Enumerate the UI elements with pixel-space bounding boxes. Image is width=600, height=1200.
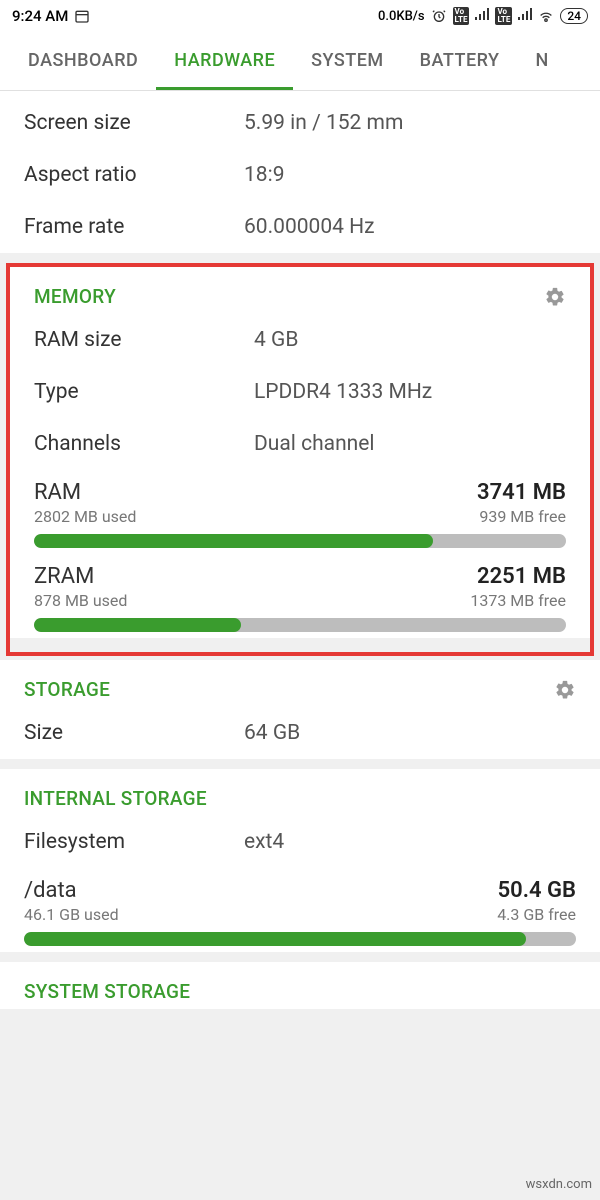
tab-hardware[interactable]: HARDWARE bbox=[156, 32, 293, 90]
tab-battery[interactable]: BATTERY bbox=[402, 32, 518, 90]
channels-value: Dual channel bbox=[254, 432, 375, 456]
alarm-icon bbox=[431, 8, 447, 24]
wifi-icon bbox=[538, 8, 554, 24]
ram-used: 2802 MB used bbox=[34, 507, 136, 526]
filesystem-label: Filesystem bbox=[24, 830, 244, 854]
data-free: 4.3 GB free bbox=[497, 905, 576, 924]
ram-size-value: 4 GB bbox=[254, 328, 298, 352]
section-memory: MEMORY RAM size 4 GB Type LPDDR4 1333 MH… bbox=[10, 267, 590, 638]
zram-bar bbox=[34, 618, 566, 632]
calendar-icon bbox=[74, 8, 90, 24]
aspect-ratio-label: Aspect ratio bbox=[24, 163, 244, 187]
storage-size-label: Size bbox=[24, 721, 244, 745]
screen-size-label: Screen size bbox=[24, 111, 244, 135]
volte-icon-1: VoLTE bbox=[453, 7, 470, 25]
data-usage: /data 50.4 GB 46.1 GB used 4.3 GB free bbox=[0, 868, 600, 952]
memory-title: MEMORY bbox=[34, 285, 116, 308]
data-bar bbox=[24, 932, 576, 946]
zram-bar-fill bbox=[34, 618, 241, 632]
data-name: /data bbox=[24, 878, 77, 903]
watermark: wsxdn.com bbox=[526, 1177, 592, 1192]
signal-icon-1 bbox=[475, 8, 489, 24]
volte-icon-2: VoLTE bbox=[495, 7, 512, 25]
signal-icon-2 bbox=[518, 8, 532, 24]
gear-icon[interactable] bbox=[554, 679, 576, 701]
ram-bar bbox=[34, 534, 566, 548]
section-storage: STORAGE Size 64 GB bbox=[0, 660, 600, 759]
zram-name: ZRAM bbox=[34, 564, 94, 589]
status-bar: 9:24 AM 0.0KB/s VoLTE VoLTE 24 bbox=[0, 0, 600, 32]
section-system-storage: SYSTEM STORAGE bbox=[0, 962, 600, 1009]
aspect-ratio-value: 18:9 bbox=[244, 163, 285, 187]
internal-storage-title: INTERNAL STORAGE bbox=[24, 787, 207, 810]
storage-size-value: 64 GB bbox=[244, 721, 300, 745]
frame-rate-value: 60.000004 Hz bbox=[244, 215, 375, 239]
mem-type-value: LPDDR4 1333 MHz bbox=[254, 380, 432, 404]
storage-title: STORAGE bbox=[24, 678, 110, 701]
memory-highlight: MEMORY RAM size 4 GB Type LPDDR4 1333 MH… bbox=[6, 263, 594, 656]
tab-more[interactable]: N bbox=[518, 32, 567, 90]
zram-usage: ZRAM 2251 MB 878 MB used 1373 MB free bbox=[10, 554, 590, 638]
system-storage-title: SYSTEM STORAGE bbox=[24, 980, 190, 1003]
channels-label: Channels bbox=[34, 432, 254, 456]
status-time: 9:24 AM bbox=[12, 7, 68, 25]
mem-type-label: Type bbox=[34, 380, 254, 404]
ram-free: 939 MB free bbox=[479, 507, 566, 526]
zram-used: 878 MB used bbox=[34, 591, 127, 610]
section-display: Screen size 5.99 in / 152 mm Aspect rati… bbox=[0, 91, 600, 253]
filesystem-value: ext4 bbox=[244, 830, 284, 854]
tab-dashboard[interactable]: DASHBOARD bbox=[10, 32, 156, 90]
ram-total: 3741 MB bbox=[477, 480, 566, 505]
ram-name: RAM bbox=[34, 480, 81, 505]
screen-size-value: 5.99 in / 152 mm bbox=[244, 111, 403, 135]
data-total: 50.4 GB bbox=[498, 878, 576, 903]
zram-free: 1373 MB free bbox=[470, 591, 566, 610]
tab-bar: DASHBOARD HARDWARE SYSTEM BATTERY N bbox=[0, 32, 600, 91]
net-speed: 0.0KB/s bbox=[378, 9, 425, 24]
ram-bar-fill bbox=[34, 534, 433, 548]
gear-icon[interactable] bbox=[544, 286, 566, 308]
tab-system[interactable]: SYSTEM bbox=[293, 32, 402, 90]
frame-rate-label: Frame rate bbox=[24, 215, 244, 239]
ram-usage: RAM 3741 MB 2802 MB used 939 MB free bbox=[10, 470, 590, 554]
data-bar-fill bbox=[24, 932, 526, 946]
ram-size-label: RAM size bbox=[34, 328, 254, 352]
section-internal-storage: INTERNAL STORAGE Filesystem ext4 /data 5… bbox=[0, 769, 600, 952]
data-used: 46.1 GB used bbox=[24, 905, 119, 924]
zram-total: 2251 MB bbox=[477, 564, 566, 589]
battery-icon: 24 bbox=[560, 8, 588, 24]
